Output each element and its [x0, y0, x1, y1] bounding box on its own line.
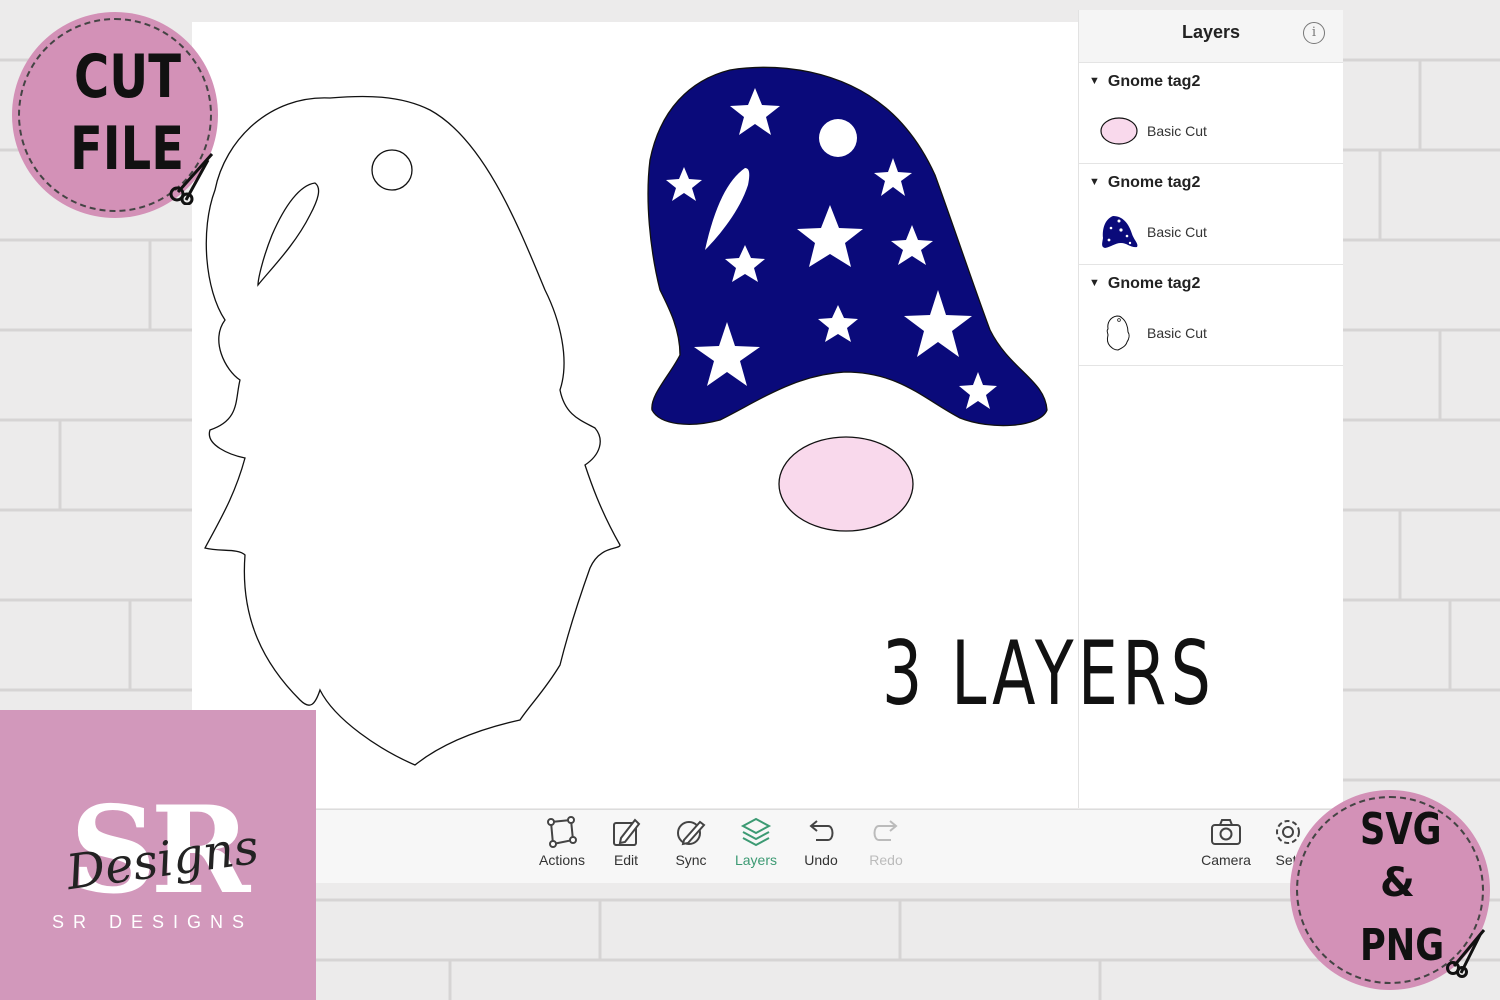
starry-hat-thumbnail-icon — [1102, 216, 1138, 248]
actions-label: Actions — [539, 852, 585, 868]
gnome-outline-shape — [204, 95, 621, 766]
layer-item-label: Basic Cut — [1147, 123, 1207, 139]
layer-item[interactable]: Basic Cut — [1099, 214, 1207, 250]
undo-button[interactable]: Undo — [789, 816, 853, 868]
gnome-outline-thumbnail-icon — [1106, 315, 1130, 351]
gnome-nose-shape — [778, 436, 914, 532]
layer-item[interactable]: Basic Cut — [1099, 113, 1207, 149]
gear-icon — [1276, 820, 1300, 844]
layers-icon — [740, 817, 772, 847]
edit-button[interactable]: Edit — [594, 816, 658, 868]
gnome-outline-hole — [371, 149, 413, 191]
layer-item-label: Basic Cut — [1147, 325, 1207, 341]
redo-icon — [873, 820, 898, 841]
layer-group[interactable]: ▼ Gnome tag2 Basic Cut — [1079, 164, 1343, 265]
expand-triangle-icon[interactable]: ▼ — [1089, 176, 1100, 188]
edit-label: Edit — [613, 852, 639, 868]
layers-label: Layers — [734, 852, 778, 868]
hat-hole — [819, 119, 857, 157]
layer-group[interactable]: ▼ Gnome tag2 Basic Cut — [1079, 63, 1343, 164]
camera-icon — [1211, 819, 1241, 845]
edit-icon — [613, 818, 641, 846]
layers-panel-header: Layers i — [1079, 10, 1343, 63]
redo-button[interactable]: Redo — [854, 816, 918, 868]
layers-count-caption: 3 LAYERS — [882, 622, 1216, 725]
cut-file-line1: CUT — [74, 42, 181, 112]
layer-group-header[interactable]: ▼ Gnome tag2 — [1089, 73, 1200, 91]
camera-button[interactable]: Camera — [1194, 816, 1258, 868]
expand-triangle-icon[interactable]: ▼ — [1089, 277, 1100, 289]
svg-png-line2: & — [1380, 860, 1415, 906]
actions-icon — [547, 816, 577, 848]
sr-designs-logo: SR Designs SR DESIGNS — [0, 710, 316, 1000]
pink-oval-thumbnail-icon — [1100, 117, 1138, 145]
scissors-icon — [1446, 929, 1486, 978]
redo-label: Redo — [869, 852, 903, 868]
sync-button[interactable]: Sync — [659, 816, 723, 868]
layer-item[interactable]: Basic Cut — [1099, 315, 1207, 351]
sync-label: Sync — [675, 852, 707, 868]
info-icon[interactable]: i — [1303, 22, 1325, 44]
expand-triangle-icon[interactable]: ▼ — [1089, 75, 1100, 87]
layer-group-header[interactable]: ▼ Gnome tag2 — [1089, 275, 1200, 293]
actions-button[interactable]: Actions — [530, 816, 594, 868]
sync-icon — [677, 820, 706, 846]
layer-group-name: Gnome tag2 — [1107, 73, 1201, 90]
layer-group-name: Gnome tag2 — [1107, 275, 1201, 292]
undo-label: Undo — [804, 852, 838, 868]
layer-group-name: Gnome tag2 — [1107, 174, 1201, 191]
layer-item-label: Basic Cut — [1147, 224, 1207, 240]
scissors-icon — [169, 152, 214, 205]
layer-group-header[interactable]: ▼ Gnome tag2 — [1089, 174, 1200, 192]
svg-png-line1: SVG — [1360, 804, 1442, 855]
cut-file-line2: FILE — [70, 114, 185, 184]
svg-png-line3: PNG — [1360, 920, 1445, 971]
layer-group[interactable]: ▼ Gnome tag2 Basic Cut — [1079, 265, 1343, 366]
camera-label: Camera — [1201, 852, 1251, 868]
bottom-toolbar: Actions Edit Sync Layers Undo Redo Camer… — [316, 809, 1342, 883]
brand-name: SR DESIGNS — [52, 912, 254, 932]
undo-icon — [809, 820, 834, 841]
layers-button[interactable]: Layers — [724, 816, 788, 868]
